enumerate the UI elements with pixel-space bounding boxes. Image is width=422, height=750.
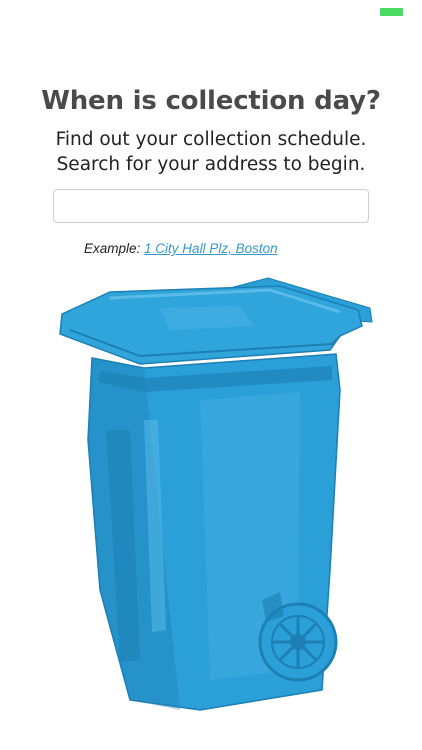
intro-line-1: Find out your collection schedule. [55, 129, 367, 150]
example-row: Example: 1 City Hall Plz, Boston [84, 241, 278, 256]
address-search-input[interactable] [53, 189, 369, 223]
example-address-link[interactable]: 1 City Hall Plz, Boston [144, 241, 278, 256]
example-label: Example: [84, 241, 141, 256]
page-title: When is collection day? [41, 86, 381, 116]
status-indicator [380, 8, 403, 16]
intro-line-2: Search for your address to begin. [56, 154, 366, 175]
trash-cart-icon [59, 277, 373, 711]
